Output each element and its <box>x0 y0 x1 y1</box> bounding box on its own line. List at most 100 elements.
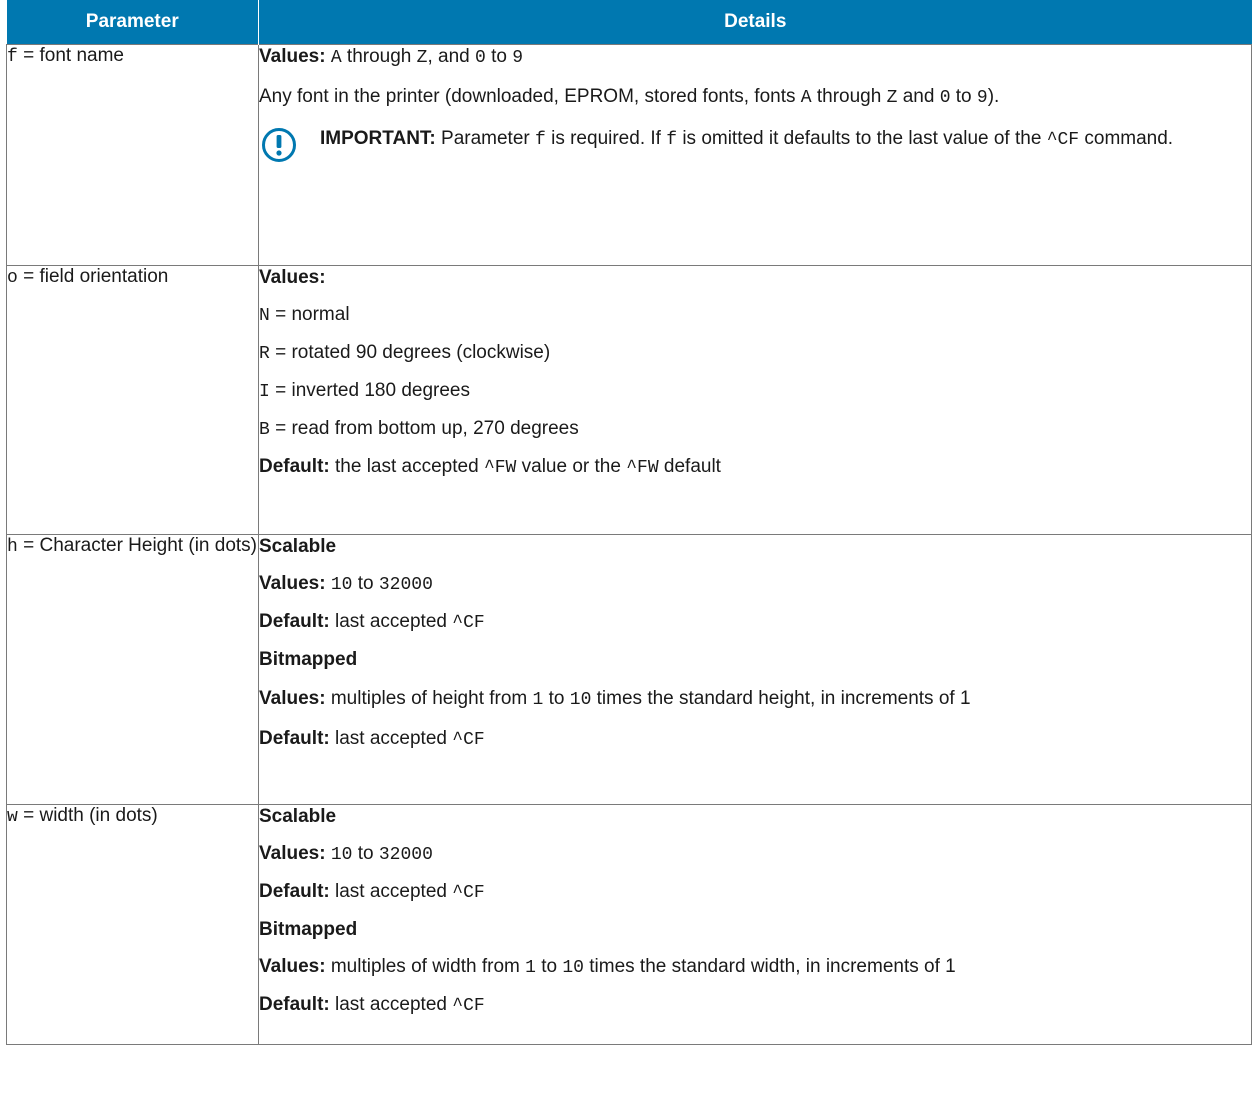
value-text: to <box>548 688 565 709</box>
value-code: A <box>330 48 342 68</box>
details-cell: Values: N = normal R = rotated 90 degree… <box>258 265 1252 535</box>
value-code: 10 <box>330 845 353 865</box>
description-text: ). <box>987 86 1000 107</box>
default-text: value or the <box>521 456 621 477</box>
default-label: Default: <box>259 611 330 632</box>
values-line: Values: 10 to 32000 <box>259 842 1251 867</box>
option-line: N = normal <box>259 303 1251 328</box>
parameter-cell: w = width (in dots) <box>6 804 259 1045</box>
default-label: Default: <box>259 994 330 1015</box>
default-text: last accepted <box>335 994 447 1015</box>
param-code: h <box>7 537 18 557</box>
command-code: ^CF <box>452 883 485 903</box>
parameter-cell: h = Character Height (in dots) <box>6 534 259 805</box>
parameter-column-header: Parameter <box>6 0 259 45</box>
exclamation-circle-icon <box>261 127 297 163</box>
default-label: Default: <box>259 881 330 902</box>
values-line: Values: multiples of width from 1 to 10 … <box>259 955 1251 980</box>
option-code: N <box>259 306 270 326</box>
table-row-font-name: f = font name Values: A through Z, and 0… <box>6 44 1252 266</box>
value-code: 9 <box>512 48 524 68</box>
details-cell: Scalable Values: 10 to 32000 Default: la… <box>258 804 1252 1045</box>
value-text: times the standard width, in increments … <box>589 956 956 977</box>
values-label: Values: <box>259 843 326 864</box>
value-code: Z <box>416 48 428 68</box>
value-code: 0 <box>475 48 486 68</box>
important-label: IMPORTANT: <box>320 128 436 149</box>
default-text: last accepted <box>335 611 447 632</box>
value-text: to <box>491 46 507 67</box>
values-label: Values: <box>259 688 326 709</box>
note-text: is required. If <box>551 128 661 149</box>
note-text: Parameter <box>441 128 530 149</box>
important-text: IMPORTANT: Parameter f is required. If f… <box>320 125 1173 154</box>
option-line: I = inverted 180 degrees <box>259 379 1251 404</box>
default-line: Default: last accepted ^CF <box>259 727 1251 752</box>
command-code: ^CF <box>452 996 485 1016</box>
option-code: B <box>259 420 270 440</box>
param-label: = font name <box>23 45 124 66</box>
default-text: last accepted <box>335 881 447 902</box>
value-code: f <box>666 130 678 150</box>
values-line: Values: <box>259 266 1251 290</box>
important-note: IMPORTANT: Parameter f is required. If f… <box>259 125 1251 163</box>
param-label: = field orientation <box>23 266 169 287</box>
note-text: is omitted it defaults to the last value… <box>682 128 1042 149</box>
command-code: ^CF <box>1046 130 1080 150</box>
param-label: = width (in dots) <box>23 805 158 826</box>
description-line: Any font in the printer (downloaded, EPR… <box>259 83 1251 112</box>
value-code: 9 <box>976 88 988 108</box>
value-code: 32000 <box>378 845 433 865</box>
subheading: Scalable <box>259 535 1251 559</box>
param-code: f <box>7 47 18 67</box>
table-row-character-height: h = Character Height (in dots) Scalable … <box>6 534 1252 805</box>
value-text: to <box>541 956 558 977</box>
bitmapped-heading: Bitmapped <box>259 649 358 670</box>
value-text: through <box>346 46 412 67</box>
option-code: I <box>259 382 270 402</box>
subheading: Scalable <box>259 805 1251 829</box>
default-label: Default: <box>259 456 330 477</box>
table-row-width: w = width (in dots) Scalable Values: 10 … <box>6 804 1252 1045</box>
param-code: w <box>7 807 18 827</box>
option-line: R = rotated 90 degrees (clockwise) <box>259 341 1251 366</box>
values-label: Values: <box>259 573 326 594</box>
option-text: = normal <box>275 304 350 325</box>
param-label: = Character Height (in dots) <box>23 535 258 556</box>
default-line: Default: last accepted ^CF <box>259 610 1251 635</box>
value-code: 0 <box>939 88 951 108</box>
values-label: Values: <box>259 46 326 67</box>
description-text: Any font in the printer (downloaded, EPR… <box>259 86 796 107</box>
value-text: to <box>357 843 374 864</box>
parameter-cell: f = font name <box>6 44 259 266</box>
default-text: the last accepted <box>335 456 479 477</box>
default-label: Default: <box>259 728 330 749</box>
parameter-table: Parameter Details f = font name Values: … <box>6 0 1252 1045</box>
default-text: last accepted <box>335 728 447 749</box>
values-line: Values: 10 to 32000 <box>259 572 1251 597</box>
value-code: 1 <box>525 958 536 978</box>
param-code: o <box>7 268 18 288</box>
option-text: = rotated 90 degrees (clockwise) <box>275 342 551 363</box>
description-text: and <box>902 86 935 107</box>
value-text: times the standard height, in increments… <box>596 688 971 709</box>
default-line: Default: last accepted ^CF <box>259 880 1251 905</box>
details-column-header: Details <box>258 0 1252 45</box>
bitmapped-heading: Bitmapped <box>259 919 358 940</box>
table-row-field-orientation: o = field orientation Values: N = normal… <box>6 265 1252 535</box>
table-header-row: Parameter Details <box>6 0 1252 45</box>
values-label: Values: <box>259 956 326 977</box>
command-code: ^FW <box>483 458 517 478</box>
default-line: Default: last accepted ^CF <box>259 993 1251 1018</box>
default-line: Default: the last accepted ^FW value or … <box>259 455 1251 480</box>
value-code: 10 <box>330 575 353 595</box>
value-code: 1 <box>532 690 544 710</box>
value-code: f <box>535 130 546 150</box>
option-text: = read from bottom up, 270 degrees <box>275 418 579 439</box>
details-cell: Values: A through Z, and 0 to 9 Any font… <box>258 44 1252 266</box>
value-code: 10 <box>569 690 592 710</box>
value-code: A <box>800 88 812 108</box>
command-code: ^CF <box>452 730 485 750</box>
default-text: default <box>663 456 721 477</box>
parameter-cell: o = field orientation <box>6 265 259 535</box>
